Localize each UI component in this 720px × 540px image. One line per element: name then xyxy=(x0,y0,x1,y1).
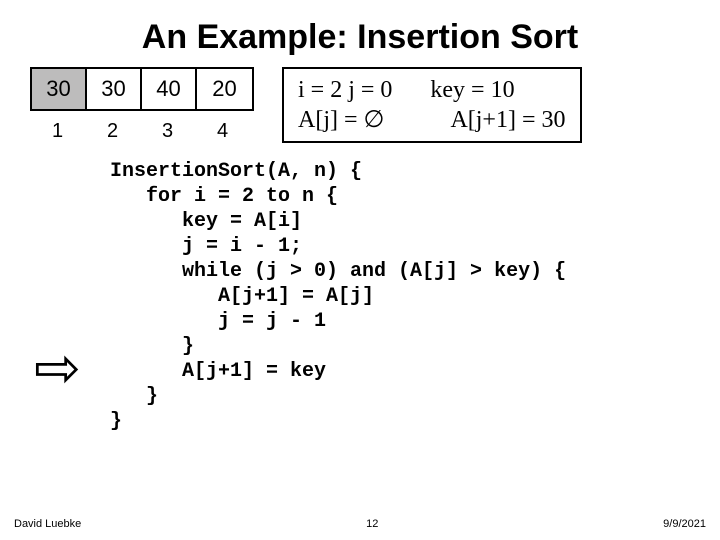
state-aj1: A[j+1] = 30 xyxy=(450,105,565,135)
array-cell: 20 xyxy=(197,69,252,109)
state-box: i = 2 j = 0 key = 10 A[j] = ∅ A[j+1] = 3… xyxy=(282,67,582,143)
upper-row: 30 30 40 20 1 2 3 4 i = 2 j = 0 key = 10… xyxy=(0,67,720,145)
array-cell: 30 xyxy=(32,69,87,109)
state-aj: A[j] = ∅ xyxy=(298,105,384,135)
array-index: 4 xyxy=(195,117,250,145)
array-index: 2 xyxy=(85,117,140,145)
state-i-j: i = 2 j = 0 xyxy=(298,75,392,105)
slide-title: An Example: Insertion Sort xyxy=(0,0,720,67)
index-row: 1 2 3 4 xyxy=(30,117,250,145)
array-cell: 40 xyxy=(142,69,197,109)
array-index: 3 xyxy=(140,117,195,145)
footer-author: David Luebke xyxy=(14,518,81,530)
arrow-icon: ⇨ xyxy=(34,340,81,396)
array-column: 30 30 40 20 1 2 3 4 xyxy=(30,67,254,145)
array-cell: 30 xyxy=(87,69,142,109)
code-block: InsertionSort(A, n) { for i = 2 to n { k… xyxy=(110,159,720,434)
footer-page: 12 xyxy=(366,518,378,530)
array-index: 1 xyxy=(30,117,85,145)
footer: David Luebke 12 9/9/2021 xyxy=(14,518,706,530)
array-row: 30 30 40 20 xyxy=(30,67,254,111)
state-key: key = 10 xyxy=(430,75,514,105)
footer-date: 9/9/2021 xyxy=(663,518,706,530)
